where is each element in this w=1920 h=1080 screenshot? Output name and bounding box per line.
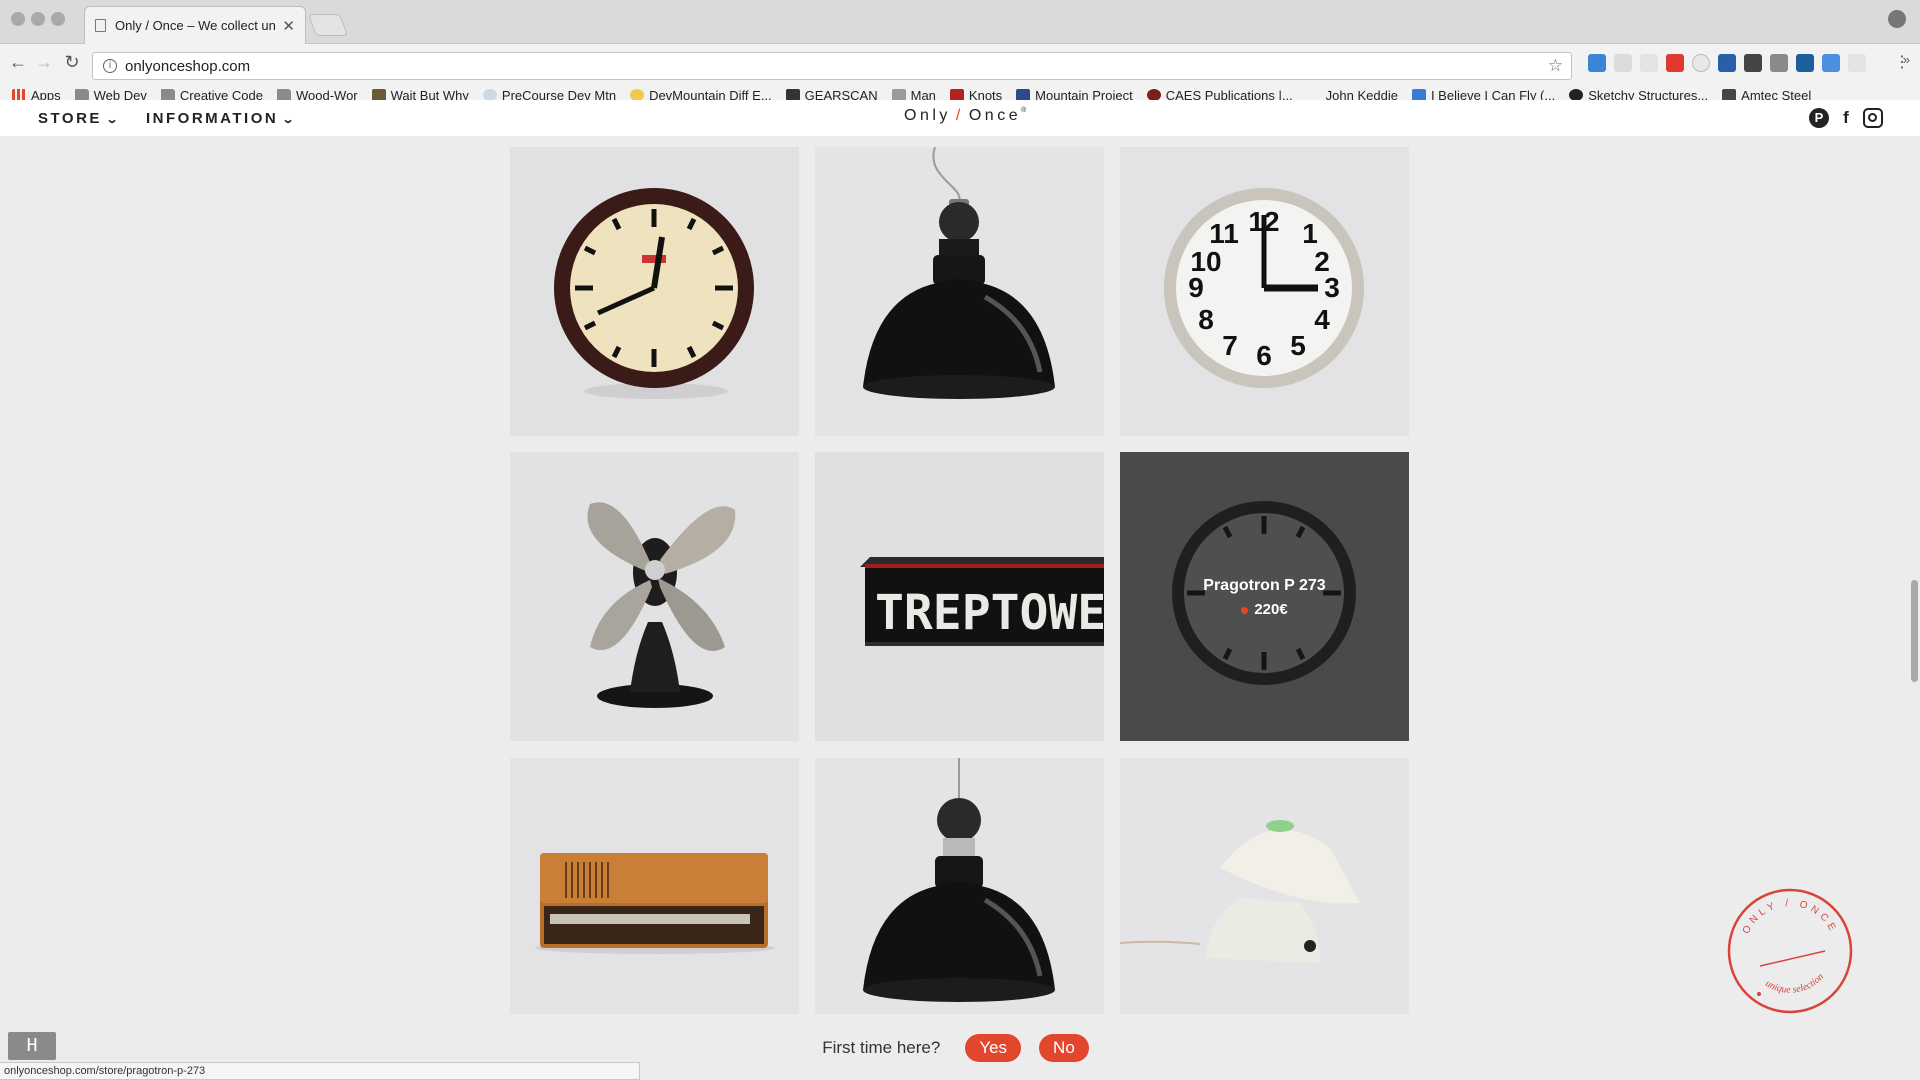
extension-icon[interactable] xyxy=(1588,54,1606,72)
information-menu[interactable]: INFORMATION ⌄ xyxy=(146,110,296,127)
logo-word-right: Once xyxy=(968,107,1022,124)
chevron-down-icon: ⌄ xyxy=(281,114,299,126)
stamp-bottom-text: unique selection xyxy=(1763,971,1826,995)
logo-word-left: Only xyxy=(904,107,951,124)
status-bar-url: onlyonceshop.com/store/pragotron-p-273 xyxy=(0,1062,640,1080)
information-menu-label: INFORMATION xyxy=(146,110,279,127)
window-minimize-button[interactable] xyxy=(31,12,45,26)
extension-icon[interactable] xyxy=(1822,54,1840,72)
site-header: STORE ⌄ INFORMATION ⌄ Only / Once® P f xyxy=(0,100,1920,136)
svg-text:unique selection: unique selection xyxy=(1763,971,1826,995)
instagram-icon[interactable] xyxy=(1863,108,1883,128)
wall-clock-image xyxy=(510,147,799,436)
product-tile[interactable] xyxy=(510,758,799,1014)
svg-text:ONLY / ONCE: ONLY / ONCE xyxy=(1741,898,1840,936)
product-tile[interactable] xyxy=(815,758,1104,1014)
first-time-question: First time here? xyxy=(822,1038,941,1057)
product-tile[interactable] xyxy=(815,147,1104,436)
profile-icon[interactable] xyxy=(1888,10,1906,28)
first-time-banner: First time here? Yes No xyxy=(0,1030,1920,1066)
no-button[interactable]: No xyxy=(1039,1034,1089,1062)
logo-slash: / xyxy=(955,107,964,124)
browser-tab[interactable]: Only / Once – We collect uniq ✕ xyxy=(84,6,306,44)
wall-lamp-image xyxy=(1120,758,1409,1014)
svg-text:4: 4 xyxy=(1314,304,1330,335)
reload-icon[interactable]: ↻ xyxy=(60,52,84,73)
browser-tabstrip: Only / Once – We collect uniq ✕ xyxy=(0,0,1920,44)
extension-icon[interactable] xyxy=(1640,54,1658,72)
product-price: 220€ xyxy=(1254,601,1288,618)
store-menu-label: STORE xyxy=(38,110,102,127)
svg-text:10: 10 xyxy=(1190,246,1221,277)
product-tile[interactable]: TREPTOWER xyxy=(815,452,1104,741)
new-tab-button[interactable] xyxy=(307,14,349,36)
wall-clock-image: 1212 345 678 91011 xyxy=(1120,147,1409,436)
tab-title: Only / Once – We collect uniq xyxy=(115,18,277,33)
svg-text:3: 3 xyxy=(1324,272,1340,303)
svg-text:6: 6 xyxy=(1256,340,1272,371)
product-tile-hovered[interactable]: Pragotron P 273 220€ xyxy=(1120,452,1409,741)
pinterest-icon[interactable]: P xyxy=(1809,108,1829,128)
chevron-down-icon: ⌄ xyxy=(105,114,122,126)
page-scrollbar[interactable] xyxy=(1911,580,1918,682)
bookmarks-overflow-button[interactable]: » xyxy=(1903,52,1910,67)
address-url: onlyonceshop.com xyxy=(125,57,251,75)
sign-text: TREPTOWER xyxy=(875,585,1104,641)
desk-fan-image xyxy=(510,452,799,741)
window-close-button[interactable] xyxy=(11,12,25,26)
window-zoom-button[interactable] xyxy=(51,12,65,26)
extension-icon[interactable] xyxy=(1796,54,1814,72)
stamp-logo-icon: ONLY / ONCE unique selection xyxy=(1727,888,1853,1014)
svg-text:7: 7 xyxy=(1222,330,1238,361)
only-once-stamp[interactable]: ONLY / ONCE unique selection xyxy=(1725,886,1855,1016)
bookmark-star-icon[interactable]: ☆ xyxy=(1548,56,1563,76)
svg-text:8: 8 xyxy=(1198,304,1214,335)
yes-button[interactable]: Yes xyxy=(965,1034,1022,1062)
extension-icon[interactable] xyxy=(1744,54,1762,72)
product-tile[interactable]: 1212 345 678 91011 xyxy=(1120,147,1409,436)
extension-icon[interactable] xyxy=(1848,54,1866,72)
product-tile[interactable] xyxy=(510,147,799,436)
store-menu[interactable]: STORE ⌄ xyxy=(38,110,120,127)
product-tile[interactable] xyxy=(510,452,799,741)
radio-image xyxy=(510,758,799,1014)
extension-icon[interactable] xyxy=(1614,54,1632,72)
back-arrow-icon[interactable]: ← xyxy=(6,52,30,73)
svg-text:1: 1 xyxy=(1302,218,1318,249)
product-tile[interactable] xyxy=(1120,758,1409,1014)
svg-text:11: 11 xyxy=(1209,218,1239,249)
address-bar[interactable]: i onlyonceshop.com ☆ xyxy=(92,52,1572,80)
svg-text:5: 5 xyxy=(1290,330,1306,361)
stamp-top-text: ONLY / ONCE xyxy=(1741,898,1836,936)
tab-close-icon[interactable]: ✕ xyxy=(282,17,295,35)
pendant-lamp-image xyxy=(815,758,1104,1014)
pendant-lamp-image xyxy=(815,147,1104,436)
forward-arrow-icon[interactable]: → xyxy=(32,52,56,73)
product-name: Pragotron P 273 xyxy=(1203,577,1326,594)
page-icon xyxy=(95,19,106,32)
extension-icon[interactable] xyxy=(1666,54,1684,72)
logo-mark: ® xyxy=(1021,107,1027,114)
extension-icon[interactable] xyxy=(1770,54,1788,72)
info-icon[interactable]: i xyxy=(103,59,117,73)
product-hover-info: Pragotron P 273 220€ xyxy=(1120,577,1409,618)
extension-icon[interactable] xyxy=(1692,54,1710,72)
facebook-icon[interactable]: f xyxy=(1836,108,1856,128)
site-logo[interactable]: Only / Once® xyxy=(904,107,1026,125)
extension-icon[interactable] xyxy=(1718,54,1736,72)
price-dot-icon xyxy=(1241,606,1249,614)
lightbox-sign-image: TREPTOWER xyxy=(815,452,1104,741)
